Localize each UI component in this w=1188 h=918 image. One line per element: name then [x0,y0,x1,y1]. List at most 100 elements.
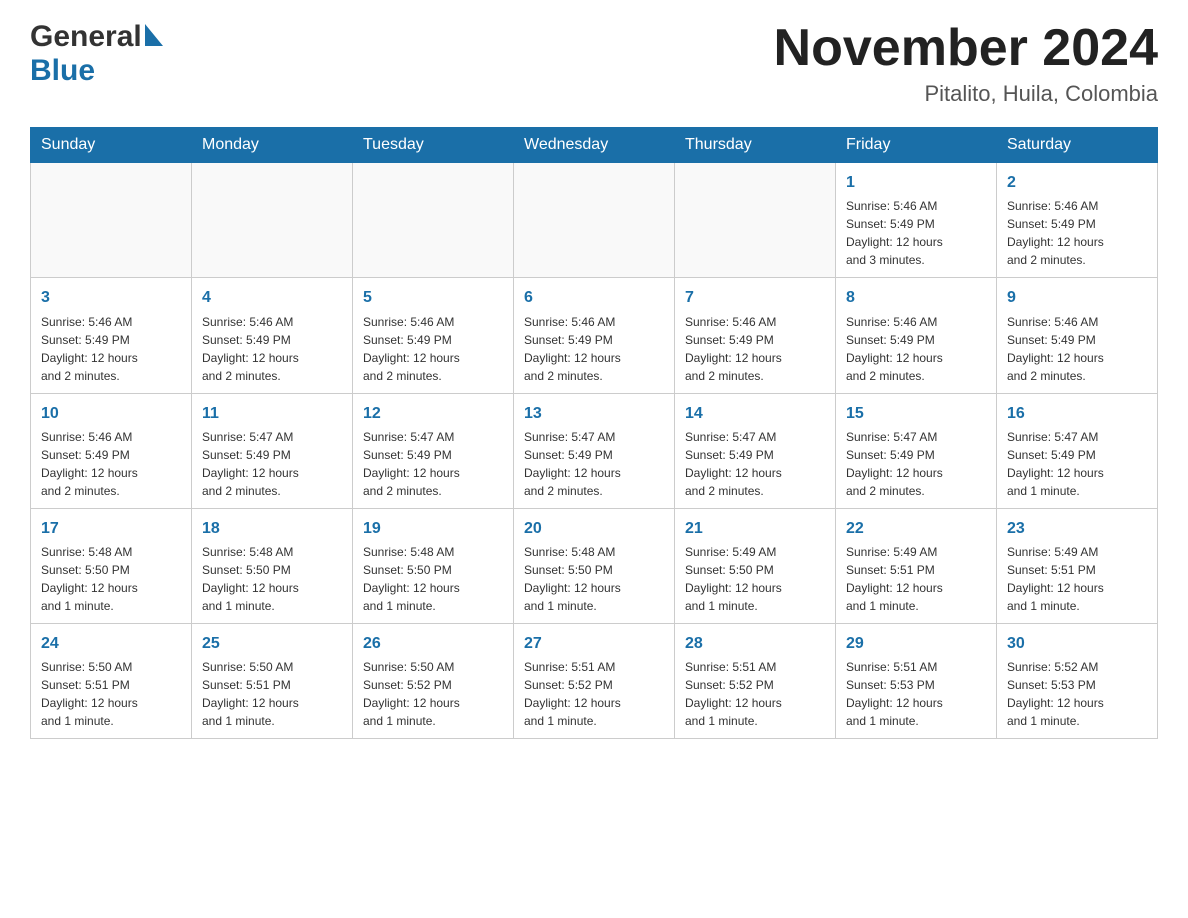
weekday-header-thursday: Thursday [675,128,836,163]
calendar-day-cell: 22Sunrise: 5:49 AMSunset: 5:51 PMDayligh… [836,508,997,623]
calendar-day-cell [353,163,514,278]
day-info: Sunrise: 5:46 AMSunset: 5:49 PMDaylight:… [685,313,825,385]
calendar-day-cell: 11Sunrise: 5:47 AMSunset: 5:49 PMDayligh… [192,393,353,508]
day-info: Sunrise: 5:46 AMSunset: 5:49 PMDaylight:… [1007,197,1147,269]
day-info: Sunrise: 5:48 AMSunset: 5:50 PMDaylight:… [363,543,503,615]
day-info: Sunrise: 5:47 AMSunset: 5:49 PMDaylight:… [363,428,503,500]
weekday-header-sunday: Sunday [31,128,192,163]
calendar-day-cell: 14 Sunrise: 5:47 AMSunset: 5:49 PMDayligh… [675,393,836,508]
day-info: Sunrise: 5:50 AMSunset: 5:51 PMDaylight:… [41,658,181,730]
calendar-week-row: 3 Sunrise: 5:46 AMSunset: 5:49 PMDaylight… [31,278,1158,393]
day-info: Sunrise: 5:52 AMSunset: 5:53 PMDaylight:… [1007,658,1147,730]
calendar-week-row: 17 Sunrise: 5:48 AMSunset: 5:50 PMDayligh… [31,508,1158,623]
day-info: Sunrise: 5:48 AMSunset: 5:50 PMDaylight:… [202,543,342,615]
calendar-day-cell: 13 Sunrise: 5:47 AMSunset: 5:49 PMDayligh… [514,393,675,508]
weekday-header-row: SundayMondayTuesdayWednesdayThursdayFrid… [31,128,1158,163]
calendar-day-cell: 28Sunrise: 5:51 AMSunset: 5:52 PMDayligh… [675,623,836,738]
day-info: Sunrise: 5:47 AMSunset: 5:49 PMDaylight:… [1007,428,1147,500]
day-number: 14 [685,402,825,425]
day-info: Sunrise: 5:48 AMSunset: 5:50 PMDaylight:… [41,543,181,615]
day-info: Sunrise: 5:46 AMSunset: 5:49 PMDaylight:… [524,313,664,385]
day-info: Sunrise: 5:48 AMSunset: 5:50 PMDaylight:… [524,543,664,615]
day-number: 26 [363,632,503,655]
calendar-day-cell: 9Sunrise: 5:46 AMSunset: 5:49 PMDaylight… [997,278,1158,393]
calendar-day-cell: 7 Sunrise: 5:46 AMSunset: 5:49 PMDaylight… [675,278,836,393]
calendar-day-cell: 21Sunrise: 5:49 AMSunset: 5:50 PMDayligh… [675,508,836,623]
day-info: Sunrise: 5:46 AMSunset: 5:49 PMDaylight:… [202,313,342,385]
day-number: 21 [685,517,825,540]
calendar-day-cell: 3 Sunrise: 5:46 AMSunset: 5:49 PMDaylight… [31,278,192,393]
day-number: 25 [202,632,342,655]
day-number: 2 [1007,171,1147,194]
day-number: 27 [524,632,664,655]
day-number: 15 [846,402,986,425]
day-info: Sunrise: 5:47 AMSunset: 5:49 PMDaylight:… [685,428,825,500]
calendar-day-cell: 19Sunrise: 5:48 AMSunset: 5:50 PMDayligh… [353,508,514,623]
weekday-header-tuesday: Tuesday [353,128,514,163]
day-number: 24 [41,632,181,655]
calendar-day-cell: 6Sunrise: 5:46 AMSunset: 5:49 PMDaylight… [514,278,675,393]
location-subtitle: Pitalito, Huila, Colombia [774,81,1158,107]
day-info: Sunrise: 5:46 AMSunset: 5:49 PMDaylight:… [41,313,181,385]
calendar-table: SundayMondayTuesdayWednesdayThursdayFrid… [30,127,1158,739]
calendar-week-row: 10Sunrise: 5:46 AMSunset: 5:49 PMDayligh… [31,393,1158,508]
weekday-header-saturday: Saturday [997,128,1158,163]
calendar-day-cell: 2 Sunrise: 5:46 AMSunset: 5:49 PMDaylight… [997,163,1158,278]
calendar-day-cell [192,163,353,278]
weekday-header-wednesday: Wednesday [514,128,675,163]
calendar-day-cell: 25 Sunrise: 5:50 AMSunset: 5:51 PMDayligh… [192,623,353,738]
calendar-day-cell: 8 Sunrise: 5:46 AMSunset: 5:49 PMDaylight… [836,278,997,393]
day-number: 8 [846,286,986,309]
logo: General Blue [30,20,163,88]
day-number: 18 [202,517,342,540]
calendar-day-cell: 24 Sunrise: 5:50 AMSunset: 5:51 PMDayligh… [31,623,192,738]
logo-blue-text: Blue [30,54,95,87]
calendar-day-cell: 17 Sunrise: 5:48 AMSunset: 5:50 PMDayligh… [31,508,192,623]
day-number: 28 [685,632,825,655]
day-number: 7 [685,286,825,309]
calendar-day-cell [675,163,836,278]
day-number: 10 [41,402,181,425]
calendar-day-cell [514,163,675,278]
day-number: 30 [1007,632,1147,655]
day-number: 20 [524,517,664,540]
day-number: 5 [363,286,503,309]
logo-general-text: General [30,20,142,54]
page-header: General Blue November 2024 Pitalito, Hui… [30,20,1158,107]
day-number: 16 [1007,402,1147,425]
day-number: 1 [846,171,986,194]
day-info: Sunrise: 5:46 AMSunset: 5:49 PMDaylight:… [363,313,503,385]
day-number: 13 [524,402,664,425]
month-year-title: November 2024 [774,20,1158,77]
calendar-day-cell: 30 Sunrise: 5:52 AMSunset: 5:53 PMDayligh… [997,623,1158,738]
day-number: 23 [1007,517,1147,540]
calendar-day-cell: 29Sunrise: 5:51 AMSunset: 5:53 PMDayligh… [836,623,997,738]
logo-triangle-icon [145,24,163,51]
calendar-day-cell: 16 Sunrise: 5:47 AMSunset: 5:49 PMDayligh… [997,393,1158,508]
calendar-day-cell: 1 Sunrise: 5:46 AMSunset: 5:49 PMDaylight… [836,163,997,278]
day-info: Sunrise: 5:46 AMSunset: 5:49 PMDaylight:… [846,313,986,385]
calendar-week-row: 1 Sunrise: 5:46 AMSunset: 5:49 PMDaylight… [31,163,1158,278]
calendar-day-cell: 27Sunrise: 5:51 AMSunset: 5:52 PMDayligh… [514,623,675,738]
calendar-day-cell [31,163,192,278]
weekday-header-friday: Friday [836,128,997,163]
calendar-day-cell: 26 Sunrise: 5:50 AMSunset: 5:52 PMDayligh… [353,623,514,738]
day-info: Sunrise: 5:50 AMSunset: 5:52 PMDaylight:… [363,658,503,730]
day-info: Sunrise: 5:50 AMSunset: 5:51 PMDaylight:… [202,658,342,730]
day-info: Sunrise: 5:46 AMSunset: 5:49 PMDaylight:… [846,197,986,269]
day-info: Sunrise: 5:49 AMSunset: 5:51 PMDaylight:… [846,543,986,615]
day-info: Sunrise: 5:47 AMSunset: 5:49 PMDaylight:… [524,428,664,500]
calendar-day-cell: 4Sunrise: 5:46 AMSunset: 5:49 PMDaylight… [192,278,353,393]
day-number: 11 [202,402,342,425]
calendar-day-cell: 5 Sunrise: 5:46 AMSunset: 5:49 PMDaylight… [353,278,514,393]
day-number: 9 [1007,286,1147,309]
calendar-week-row: 24 Sunrise: 5:50 AMSunset: 5:51 PMDayligh… [31,623,1158,738]
calendar-day-cell: 20 Sunrise: 5:48 AMSunset: 5:50 PMDayligh… [514,508,675,623]
calendar-day-cell: 15Sunrise: 5:47 AMSunset: 5:49 PMDayligh… [836,393,997,508]
day-number: 12 [363,402,503,425]
calendar-day-cell: 12 Sunrise: 5:47 AMSunset: 5:49 PMDayligh… [353,393,514,508]
day-number: 17 [41,517,181,540]
day-number: 3 [41,286,181,309]
calendar-day-cell: 23 Sunrise: 5:49 AMSunset: 5:51 PMDayligh… [997,508,1158,623]
day-info: Sunrise: 5:49 AMSunset: 5:51 PMDaylight:… [1007,543,1147,615]
